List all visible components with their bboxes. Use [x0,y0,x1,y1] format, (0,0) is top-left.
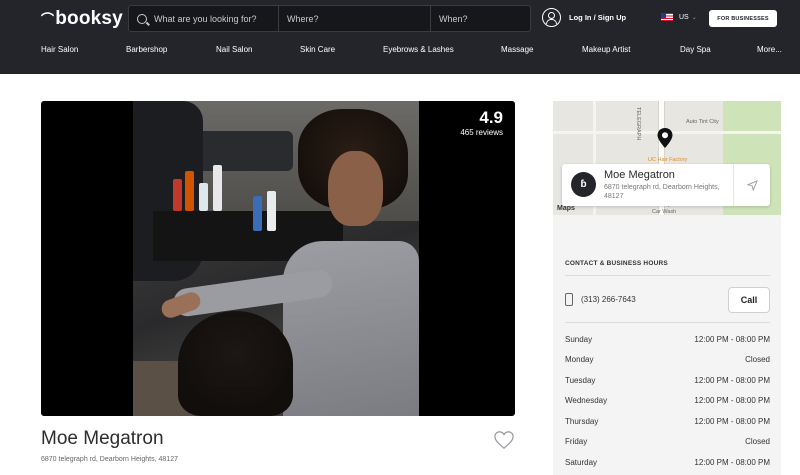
hours-day: Friday [565,437,588,446]
hours-row-thursday: Thursday 12:00 PM - 08:00 PM [565,417,770,429]
nav-item-massage[interactable]: Massage [501,45,533,54]
phone-row: (313) 266-7643 Call [565,287,770,313]
booksy-logo[interactable]: ⌒ booksy [41,8,123,30]
hours-day: Thursday [565,417,599,426]
top-bar: ⌒ booksy What are you looking for? Where… [0,0,800,74]
search-what-placeholder: What are you looking for? [154,13,257,24]
map-label-telegraph: TELEGRAPH [635,107,641,141]
map-label-uc-hair: UC Hair Factory [648,157,688,163]
map-card-name: Moe Megatron [604,169,675,181]
business-photo-gallery[interactable]: 4.9 465 reviews [41,101,515,416]
call-button[interactable]: Call [728,287,770,313]
search-bar: What are you looking for? Where? When? [128,5,531,32]
hours-row-wednesday: Wednesday 12:00 PM - 08:00 PM [565,396,770,408]
rating-badge: 4.9 465 reviews [460,108,503,138]
map-business-card[interactable]: ɓ Moe Megatron 6870 telegraph rd, Dearbo… [562,164,770,206]
search-where-placeholder: Where? [287,13,319,24]
us-flag-icon [661,13,673,21]
nav-item-hair-salon[interactable]: Hair Salon [41,45,78,54]
search-what-input[interactable]: What are you looking for? [129,6,279,31]
hours-time: 12:00 PM - 08:00 PM [694,458,770,467]
business-avatar: ɓ [571,172,596,197]
hours-day: Monday [565,355,594,364]
search-when-placeholder: When? [439,13,468,24]
login-label: Log In / Sign Up [569,13,627,22]
category-nav: Hair Salon Barbershop Nail Salon Skin Ca… [0,45,800,59]
user-icon [542,8,561,27]
business-sidebar: TELEGRAPH Auto Tint City UC Hair Factory… [553,101,781,475]
barber-photo [133,101,419,416]
hours-day: Wednesday [565,396,608,405]
map-label-auto-tint: Auto Tint City [686,119,719,125]
divider [565,275,770,276]
hours-row-sunday: Sunday 12:00 PM - 08:00 PM [565,335,770,347]
hours-time: 12:00 PM - 08:00 PM [694,335,770,344]
hours-time: 12:00 PM - 08:00 PM [694,396,770,405]
business-address: 6870 telegraph rd, Dearborn Heights, 481… [41,456,178,463]
hours-row-monday: Monday Closed [565,355,770,367]
locale-label: US [679,13,689,21]
hours-row-tuesday: Tuesday 12:00 PM - 08:00 PM [565,376,770,388]
hours-day: Tuesday [565,376,596,385]
locale-selector[interactable]: US ⌄ [661,13,697,21]
chevron-down-icon: ⌄ [691,14,697,21]
location-map[interactable]: TELEGRAPH Auto Tint City UC Hair Factory… [553,101,781,215]
nav-item-more[interactable]: More... [757,45,782,54]
logo-swoosh-icon: ⌒ [41,11,55,27]
contact-section-title: CONTACT & BUSINESS HOURS [565,260,668,267]
favorite-heart-icon[interactable] [493,430,515,450]
search-when-input[interactable]: When? [431,6,530,31]
search-where-input[interactable]: Where? [279,6,431,31]
nav-item-eyebrows-lashes[interactable]: Eyebrows & Lashes [383,45,454,54]
directions-button[interactable] [733,164,770,206]
map-pin-icon [657,128,673,148]
logo-text: booksy [55,8,123,29]
hours-row-saturday: Saturday 12:00 PM - 08:00 PM [565,458,770,470]
search-icon [137,13,147,24]
phone-icon [565,293,573,306]
nav-item-nail-salon[interactable]: Nail Salon [216,45,252,54]
rating-score: 4.9 [479,108,503,127]
review-count: 465 reviews [460,128,503,137]
nav-item-makeup-artist[interactable]: Makeup Artist [582,45,630,54]
divider [565,322,770,323]
navigation-arrow-icon [746,179,758,191]
phone-number: (313) 266-7643 [581,295,636,304]
business-name: Moe Megatron [41,428,164,449]
map-label-car-wash: Car Wash [652,209,677,215]
hours-day: Sunday [565,335,593,344]
nav-item-skin-care[interactable]: Skin Care [300,45,335,54]
apple-maps-logo: Maps [557,205,575,212]
hours-time: Closed [745,355,770,364]
hours-time: 12:00 PM - 08:00 PM [694,376,770,385]
hours-time: Closed [745,437,770,446]
hours-day: Saturday [565,458,598,467]
nav-item-barbershop[interactable]: Barbershop [126,45,167,54]
for-businesses-button[interactable]: FOR BUSINESSES [709,10,777,27]
map-card-address: 6870 telegraph rd, Dearborn Heights, 481… [604,184,720,200]
hours-row-friday: Friday Closed [565,437,770,449]
hours-time: 12:00 PM - 08:00 PM [694,417,770,426]
nav-item-day-spa[interactable]: Day Spa [680,45,711,54]
login-button[interactable]: Log In / Sign Up [542,8,626,27]
